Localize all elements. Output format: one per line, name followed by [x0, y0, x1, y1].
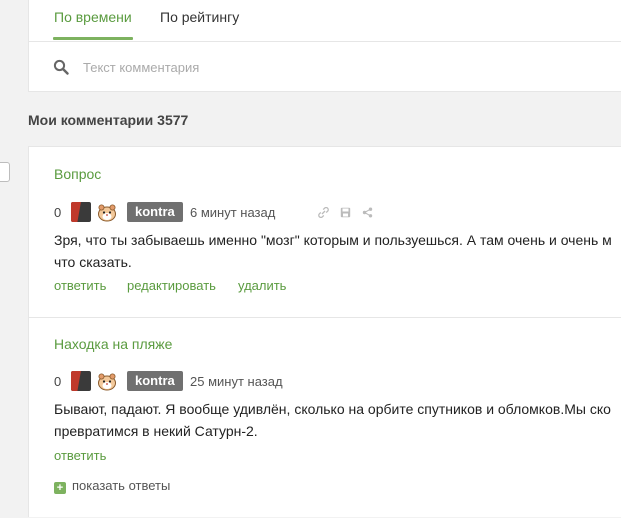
comment-text-line: Зря, что ты забываешь именно "мозг" кото… [54, 232, 612, 248]
comment-item: Вопрос 0 kontra 6 минут назад Зря, что т… [29, 147, 621, 318]
hamster-icon [98, 373, 116, 391]
show-replies-button[interactable]: + показать ответы [54, 478, 170, 494]
tab-by-rating[interactable]: По рейтингу [160, 9, 239, 25]
comments-list: Вопрос 0 kontra 6 минут назад Зря, что т… [28, 146, 621, 517]
avatar[interactable] [71, 202, 91, 222]
active-tab-indicator [53, 37, 133, 40]
edit-link[interactable]: редактировать [127, 278, 216, 293]
comment-text-line: превратимся в некий Сатурн-2. [54, 423, 258, 439]
reply-link[interactable]: ответить [54, 278, 106, 293]
author-badge[interactable]: kontra [127, 371, 183, 391]
page-title: Мои комментарии 3577 [28, 112, 189, 128]
tab-by-time[interactable]: По времени [54, 9, 132, 25]
sort-tabs: По времени По рейтингу [29, 0, 621, 42]
search-icon[interactable] [53, 59, 69, 75]
plus-icon: + [54, 482, 66, 494]
reply-link[interactable]: ответить [54, 448, 106, 463]
show-replies-label: показать ответы [72, 478, 171, 493]
delete-link[interactable]: удалить [238, 278, 286, 293]
comment-text-line: что сказать. [54, 254, 132, 270]
comment-time[interactable]: 6 минут назад [190, 205, 275, 220]
comment-rating: 0 [54, 205, 62, 220]
avatar[interactable] [71, 371, 91, 391]
left-collapse-handle[interactable] [0, 162, 10, 182]
comments-header-panel: По времени По рейтингу [28, 0, 621, 92]
post-title-link[interactable]: Вопрос [54, 166, 101, 182]
share-icon[interactable] [362, 207, 373, 218]
hamster-icon [98, 204, 116, 222]
search-input[interactable] [83, 57, 603, 77]
comment-text-line: Бывают, падают. Я вообще удивлён, скольк… [54, 401, 611, 417]
author-badge[interactable]: kontra [127, 202, 183, 222]
comment-search-bar [29, 42, 621, 91]
comment-rating: 0 [54, 374, 62, 389]
save-icon[interactable] [340, 207, 351, 218]
comment-time[interactable]: 25 минут назад [190, 374, 283, 389]
comment-text: Зря, что ты забываешь именно "мозг" кото… [54, 229, 621, 273]
comment-text: Бывают, падают. Я вообще удивлён, скольк… [54, 398, 621, 442]
post-title-link[interactable]: Находка на пляже [54, 336, 172, 352]
link-icon[interactable] [318, 207, 329, 218]
